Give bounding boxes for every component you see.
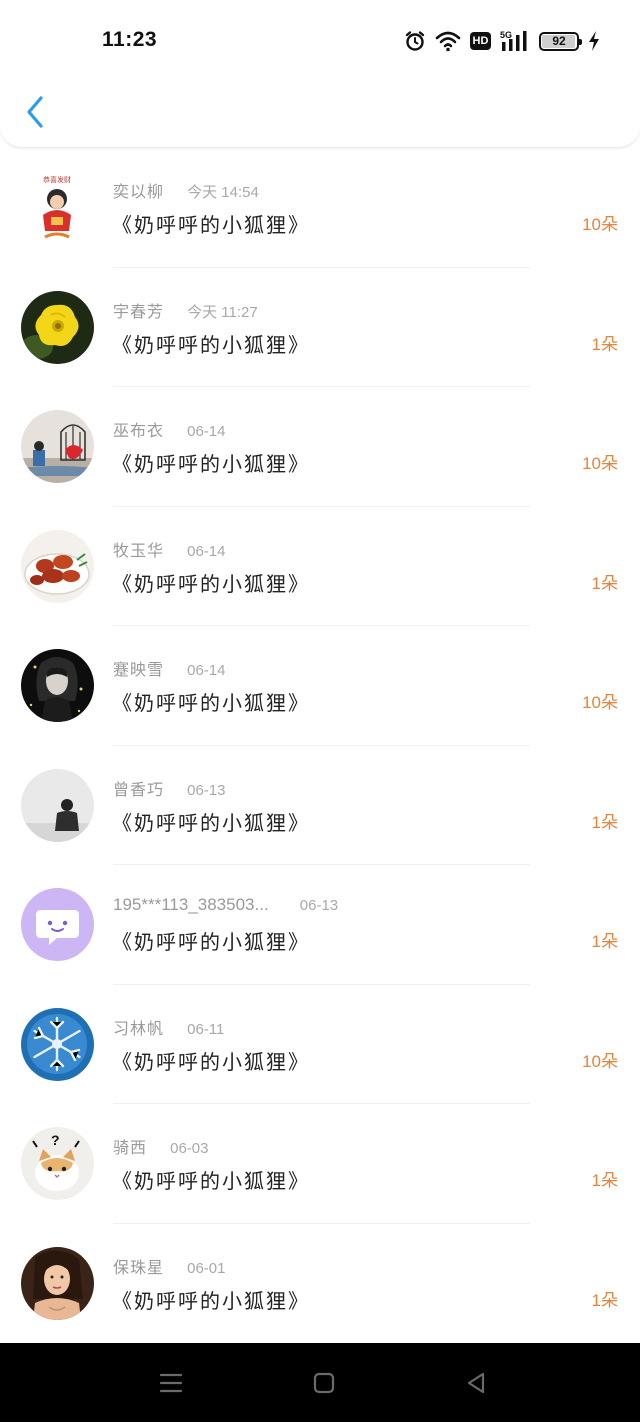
item-meta: 蹇映雪 06-14: [113, 656, 226, 679]
avatar[interactable]: [21, 649, 94, 722]
charging-icon: [588, 30, 600, 52]
flower-count: 10朵: [582, 454, 618, 473]
user-name: 宇春芳: [113, 301, 165, 321]
wifi-icon: [435, 30, 461, 52]
item-time: 今天 14:54: [187, 184, 259, 201]
svg-text:5G: 5G: [500, 30, 512, 40]
item-time: 06-14: [187, 662, 226, 679]
book-title: 《奶呼呼的小狐狸》: [112, 213, 310, 237]
signal-icon: 5G: [500, 29, 530, 53]
item-meta: 习林帆 06-11: [113, 1015, 225, 1038]
item-time: 06-03: [170, 1140, 209, 1157]
book-title: 《奶呼呼的小狐狸》: [112, 571, 310, 596]
book-title: 《奶呼呼的小狐狸》: [112, 1049, 310, 1074]
item-meta: 曾香巧 06-13: [113, 776, 226, 799]
list-item[interactable]: 曾香巧 06-13 《奶呼呼的小狐狸》 1朵: [0, 746, 640, 865]
list-item[interactable]: 保珠星 06-01 《奶呼呼的小狐狸》 1朵: [0, 1224, 640, 1344]
user-name: 蹇映雪: [113, 660, 165, 679]
user-name: 保珠星: [113, 1257, 165, 1277]
status-icons: HD 5G 92: [404, 28, 600, 54]
flower-count: 1朵: [591, 812, 618, 832]
user-name: 骑西: [113, 1138, 148, 1157]
list-item[interactable]: 蹇映雪 06-14 《奶呼呼的小狐狸》 10朵: [0, 626, 640, 746]
list-item[interactable]: 巫布衣 06-14 《奶呼呼的小狐狸》 10朵: [0, 387, 640, 507]
book-title: 《奶呼呼的小狐狸》: [112, 810, 310, 835]
list-item[interactable]: 习林帆 06-11 《奶呼呼的小狐狸》 10朵: [0, 985, 640, 1104]
item-time: 06-13: [299, 897, 339, 914]
item-time: 06-01: [187, 1259, 226, 1277]
flower-count: 1朵: [591, 932, 618, 951]
hd-icon: HD: [470, 32, 491, 50]
svg-text:恭喜发财: 恭喜发财: [43, 175, 71, 184]
list-item[interactable]: ? 骑西 06-03 《奶呼呼的小狐狸》 1朵: [0, 1104, 640, 1224]
user-name: 牧玉华: [113, 540, 165, 560]
home-square-icon: [313, 1372, 335, 1394]
flower-count: 1朵: [591, 1171, 618, 1190]
avatar[interactable]: [21, 410, 94, 483]
home-button[interactable]: [310, 1369, 338, 1397]
item-time: 06-11: [187, 1020, 225, 1038]
item-meta: 巫布衣 06-14: [113, 417, 226, 440]
user-name: 巫布衣: [113, 421, 165, 440]
avatar[interactable]: ?: [21, 1127, 94, 1200]
item-meta: 牧玉华 06-14: [113, 537, 226, 560]
back-nav-button[interactable]: [462, 1369, 490, 1397]
book-title: 《奶呼呼的小狐狸》: [112, 930, 310, 954]
flower-count: 1朵: [591, 334, 618, 354]
avatar[interactable]: [21, 1246, 94, 1320]
item-meta: 骑西 06-03: [113, 1134, 209, 1157]
book-title: 《奶呼呼的小狐狸》: [112, 452, 310, 476]
user-name: 习林帆: [113, 1018, 165, 1038]
avatar[interactable]: 恭喜发财: [21, 171, 94, 244]
battery-level: 92: [552, 34, 566, 48]
back-triangle-icon: [467, 1372, 485, 1394]
flower-count: 10朵: [582, 1051, 618, 1071]
list-item[interactable]: 恭喜发财 奕以柳 今天 14:54 《奶呼呼的小狐狸》 10朵: [0, 148, 640, 268]
user-name: 曾香巧: [113, 779, 165, 799]
avatar[interactable]: [21, 1007, 94, 1081]
list-item[interactable]: 牧玉华 06-14 《奶呼呼的小狐狸》 1朵: [0, 507, 640, 626]
svg-text:?: ?: [51, 1132, 60, 1148]
avatar[interactable]: [21, 888, 94, 961]
flower-count: 1朵: [591, 573, 618, 593]
status-time: 11:23: [102, 28, 158, 51]
user-name: 奕以柳: [113, 182, 165, 201]
list-item[interactable]: 宇春芳 今天 11:27 《奶呼呼的小狐狸》 1朵: [0, 268, 640, 387]
item-time: 06-13: [187, 781, 226, 799]
item-time: 今天 11:27: [187, 303, 258, 321]
back-button[interactable]: [18, 92, 52, 132]
book-title: 《奶呼呼的小狐狸》: [112, 1288, 310, 1313]
flower-count: 10朵: [582, 693, 618, 712]
flower-count: 1朵: [591, 1290, 618, 1310]
item-time: 06-14: [187, 423, 226, 440]
alarm-icon: [404, 30, 426, 52]
book-title: 《奶呼呼的小狐狸》: [112, 332, 310, 357]
header: 11:23 HD 5G 92: [0, 0, 640, 148]
status-bar: 11:23 HD 5G 92: [0, 0, 640, 82]
battery-icon: 92: [539, 31, 582, 51]
book-title: 《奶呼呼的小狐狸》: [112, 691, 310, 715]
chevron-left-icon: [27, 96, 43, 128]
item-meta: 宇春芳 今天 11:27: [113, 298, 258, 321]
user-name: 195***113_383503...: [113, 895, 269, 914]
book-title: 《奶呼呼的小狐狸》: [112, 1169, 310, 1193]
menu-button[interactable]: [157, 1369, 185, 1397]
item-meta: 保珠星 06-01: [113, 1254, 226, 1277]
item-meta: 奕以柳 今天 14:54: [113, 178, 259, 201]
item-time: 06-14: [187, 542, 226, 560]
flower-count: 10朵: [582, 215, 618, 234]
gift-list: 恭喜发财 奕以柳 今天 14:54 《奶呼呼的小狐狸》 10朵 宇春芳 今天 1…: [0, 148, 640, 1343]
menu-icon: [159, 1373, 183, 1393]
item-meta: 195***113_383503... 06-13: [113, 895, 338, 917]
list-item[interactable]: 195***113_383503... 06-13 《奶呼呼的小狐狸》 1朵: [0, 865, 640, 985]
avatar[interactable]: [21, 529, 94, 603]
system-nav-bar: [0, 1343, 640, 1422]
avatar[interactable]: [21, 768, 94, 842]
avatar[interactable]: [21, 290, 94, 364]
